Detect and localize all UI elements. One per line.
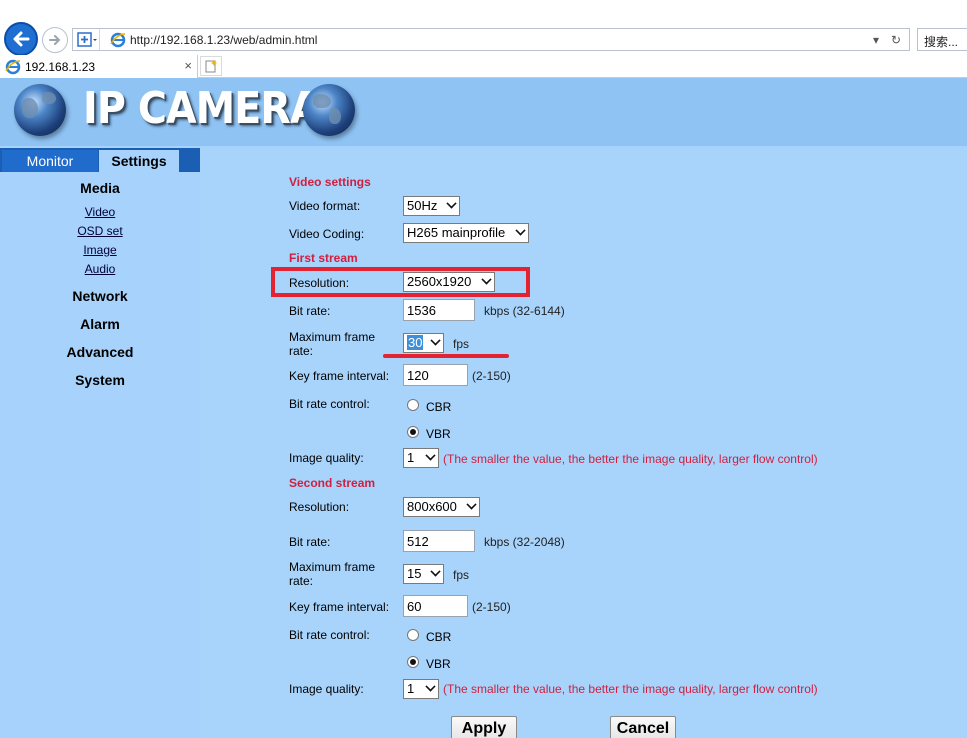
cancel-button[interactable]: Cancel bbox=[610, 716, 676, 738]
compatibility-view-icon[interactable] bbox=[74, 29, 100, 50]
globe-logo-left bbox=[14, 84, 66, 136]
first-resolution-label: Resolution: bbox=[289, 276, 350, 290]
first-bitrate-hint: kbps (32-6144) bbox=[484, 304, 565, 318]
chevron-down-icon bbox=[481, 274, 492, 285]
second-framerate-select[interactable]: 15 bbox=[403, 564, 444, 584]
address-bar[interactable]: http://192.168.1.23/web/admin.html ▾ ↻ bbox=[72, 28, 910, 51]
second-keyframe-input[interactable]: 60 bbox=[403, 595, 468, 617]
chevron-down-icon bbox=[425, 450, 436, 461]
chevron-down-icon bbox=[515, 225, 526, 236]
chevron-down-icon bbox=[466, 499, 477, 510]
browser-toolbar: http://192.168.1.23/web/admin.html ▾ ↻ 搜… bbox=[0, 0, 967, 56]
first-framerate-select[interactable]: 30 bbox=[403, 333, 444, 353]
apply-button[interactable]: Apply bbox=[451, 716, 517, 738]
first-bitrate-label: Bit rate: bbox=[289, 304, 331, 318]
page-header: IP CAMERA bbox=[0, 78, 967, 146]
chevron-down-icon bbox=[430, 335, 441, 346]
second-bitrate-input[interactable]: 512 bbox=[403, 530, 475, 552]
first-vbr-radio[interactable] bbox=[407, 426, 419, 438]
first-resolution-select[interactable]: 2560x1920 bbox=[403, 272, 495, 292]
first-quality-hint: (The smaller the value, the better the i… bbox=[443, 452, 818, 466]
refresh-icon[interactable]: ↻ bbox=[891, 33, 901, 47]
first-keyframe-input[interactable]: 120 bbox=[403, 364, 468, 386]
chevron-down-icon bbox=[425, 681, 436, 692]
first-fps-unit: fps bbox=[453, 337, 470, 351]
first-quality-label: Image quality: bbox=[289, 451, 364, 465]
back-arrow-icon bbox=[13, 31, 30, 47]
sidebar-item-network[interactable]: Network bbox=[0, 288, 200, 304]
forward-button[interactable] bbox=[42, 27, 68, 53]
browser-tab[interactable]: 192.168.1.23 × bbox=[0, 55, 198, 78]
second-quality-hint: (The smaller the value, the better the i… bbox=[443, 682, 818, 696]
second-ratecontrol-label: Bit rate control: bbox=[289, 628, 370, 642]
new-tab-icon bbox=[205, 60, 217, 73]
second-quality-label: Image quality: bbox=[289, 682, 364, 696]
video-coding-label: Video Coding: bbox=[289, 227, 365, 241]
logo-title: IP CAMERA bbox=[83, 83, 321, 134]
section-second-stream: Second stream bbox=[289, 476, 376, 490]
tab-title: 192.168.1.23 bbox=[25, 59, 96, 74]
first-vbr-label: VBR bbox=[426, 427, 451, 441]
sidebar-link-video[interactable]: Video bbox=[0, 205, 200, 219]
first-keyframe-label: Key frame interval: bbox=[289, 369, 390, 383]
sidebar-item-alarm[interactable]: Alarm bbox=[0, 316, 200, 332]
framerate-underline-mark bbox=[383, 354, 509, 358]
sidebar-item-advanced[interactable]: Advanced bbox=[0, 344, 200, 360]
tab-ie-icon bbox=[5, 59, 21, 74]
second-resolution-select[interactable]: 800x600 bbox=[403, 497, 480, 517]
section-video-settings: Video settings bbox=[289, 175, 371, 189]
first-cbr-radio[interactable] bbox=[407, 399, 419, 411]
first-framerate-label-2: rate: bbox=[289, 344, 314, 358]
first-quality-select[interactable]: 1 bbox=[403, 448, 439, 468]
tab-monitor[interactable]: Monitor bbox=[2, 150, 98, 172]
first-ratecontrol-label: Bit rate control: bbox=[289, 397, 370, 411]
sidebar-item-system[interactable]: System bbox=[0, 372, 200, 388]
second-cbr-radio[interactable] bbox=[407, 629, 419, 641]
second-fps-unit: fps bbox=[453, 568, 470, 582]
second-vbr-label: VBR bbox=[426, 657, 451, 671]
second-cbr-label: CBR bbox=[426, 630, 452, 644]
first-framerate-label: Maximum frame bbox=[289, 330, 376, 344]
sidebar-link-audio[interactable]: Audio bbox=[0, 262, 200, 276]
video-format-label: Video format: bbox=[289, 199, 361, 213]
second-keyframe-hint: (2-150) bbox=[472, 600, 511, 614]
second-bitrate-hint: kbps (32-2048) bbox=[484, 535, 565, 549]
new-tab-button[interactable] bbox=[200, 56, 222, 76]
tab-strip: 192.168.1.23 × bbox=[0, 55, 967, 78]
second-framerate-label-2: rate: bbox=[289, 574, 314, 588]
first-cbr-label: CBR bbox=[426, 400, 452, 414]
first-keyframe-hint: (2-150) bbox=[472, 369, 511, 383]
tab-settings[interactable]: Settings bbox=[99, 150, 179, 172]
sidebar-item-media[interactable]: Media bbox=[0, 180, 200, 196]
back-button[interactable] bbox=[4, 22, 38, 56]
search-input[interactable]: 搜索... bbox=[917, 28, 967, 51]
forward-arrow-icon bbox=[49, 35, 61, 45]
second-bitrate-label: Bit rate: bbox=[289, 535, 331, 549]
url-text[interactable]: http://192.168.1.23/web/admin.html bbox=[130, 33, 873, 47]
second-vbr-radio[interactable] bbox=[407, 656, 419, 668]
second-framerate-label: Maximum frame bbox=[289, 560, 376, 574]
chevron-down-icon bbox=[446, 198, 457, 209]
video-settings-form: Video settings Video format: 50Hz Video … bbox=[200, 148, 967, 738]
ie-icon bbox=[110, 32, 126, 47]
chevron-down-icon bbox=[430, 566, 441, 577]
sidebar-link-image[interactable]: Image bbox=[0, 243, 200, 257]
settings-sidebar: Media Video OSD set Image Audio Network … bbox=[0, 172, 200, 738]
second-quality-select[interactable]: 1 bbox=[403, 679, 439, 699]
camera-admin-page: IP CAMERA Monitor Settings Media Video O… bbox=[0, 78, 967, 738]
video-coding-select[interactable]: H265 mainprofile bbox=[403, 223, 529, 243]
video-format-select[interactable]: 50Hz bbox=[403, 196, 460, 216]
dropdown-icon[interactable]: ▾ bbox=[873, 33, 879, 47]
first-bitrate-input[interactable]: 1536 bbox=[403, 299, 475, 321]
main-menu: Monitor Settings bbox=[0, 148, 200, 172]
second-resolution-label: Resolution: bbox=[289, 500, 350, 514]
close-tab-icon[interactable]: × bbox=[184, 58, 192, 73]
globe-logo-right bbox=[303, 84, 355, 136]
second-keyframe-label: Key frame interval: bbox=[289, 600, 390, 614]
section-first-stream: First stream bbox=[289, 251, 358, 265]
sidebar-link-osd[interactable]: OSD set bbox=[0, 224, 200, 238]
